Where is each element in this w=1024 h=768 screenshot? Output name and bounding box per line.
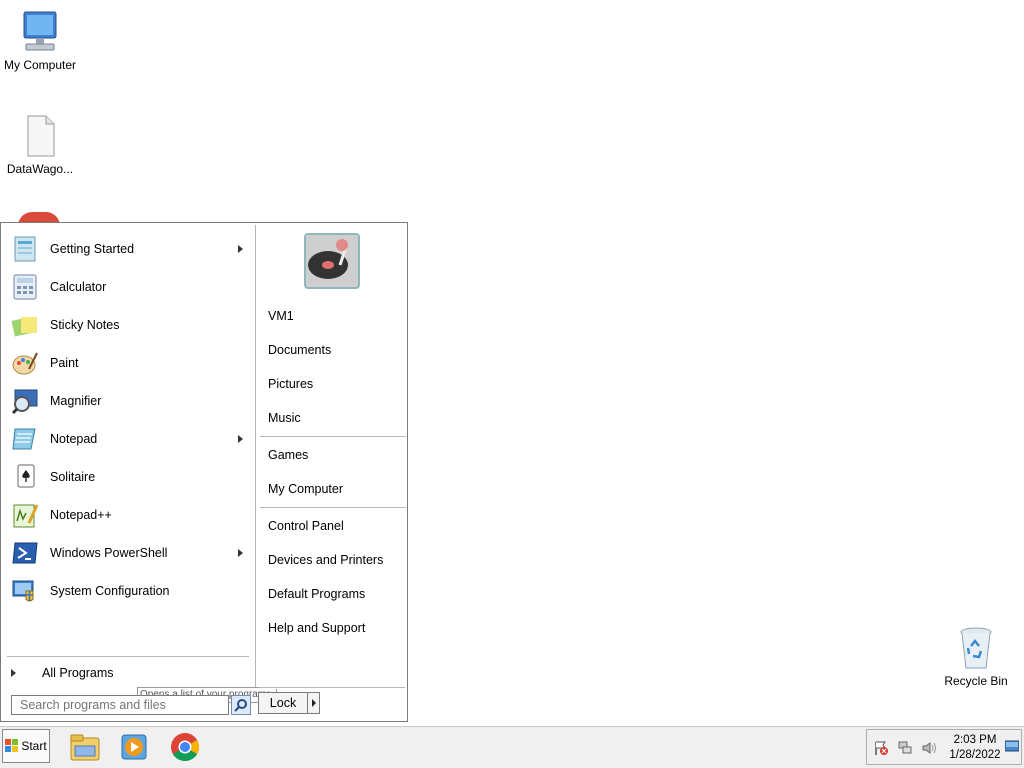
taskbar-app-file-explorer[interactable]: [68, 730, 102, 764]
program-label: Solitaire: [50, 470, 96, 484]
solitaire-icon: [9, 461, 41, 493]
submenu-arrow-icon[interactable]: [238, 549, 243, 557]
windows-logo-icon: [5, 739, 19, 752]
action-center-flag-icon[interactable]: [873, 740, 889, 756]
separator: [260, 507, 406, 509]
submenu-arrow-icon[interactable]: [238, 245, 243, 253]
start-menu-item-pictures[interactable]: Pictures: [268, 377, 313, 391]
computer-icon: [23, 11, 57, 51]
volume-icon[interactable]: [921, 740, 937, 756]
show-desktop-button[interactable]: [1004, 739, 1020, 753]
start-menu-item-music[interactable]: Music: [268, 411, 301, 425]
arrow-right-icon: [311, 699, 316, 707]
system-tray: 2:03 PM 1/28/2022: [866, 729, 1022, 765]
all-programs-button[interactable]: All Programs: [11, 661, 251, 685]
program-label: Notepad++: [50, 508, 112, 522]
notepadpp-icon: [9, 499, 41, 531]
getting-started-icon: [9, 233, 41, 265]
start-menu-item-my-computer[interactable]: My Computer: [268, 482, 343, 496]
start-menu-item-devices-printers[interactable]: Devices and Printers: [268, 553, 383, 567]
program-label: Magnifier: [50, 394, 102, 408]
start-menu-item-games[interactable]: Games: [268, 448, 308, 462]
media-player-icon: [121, 734, 147, 760]
program-notepadpp[interactable]: Notepad++: [9, 497, 249, 533]
program-solitaire[interactable]: Solitaire: [9, 459, 249, 495]
start-menu-places-pane: VM1 Documents Pictures Music Games My Co…: [255, 225, 408, 687]
taskbar-app-media-player[interactable]: [117, 730, 151, 764]
all-programs-label: All Programs: [42, 666, 114, 680]
start-menu-item-help-support[interactable]: Help and Support: [268, 621, 365, 635]
turntable-picture-icon: [306, 235, 358, 287]
start-menu-item-control-panel[interactable]: Control Panel: [268, 519, 344, 533]
desktop-icon-my-computer[interactable]: My Computer: [0, 8, 80, 72]
paint-icon: [9, 347, 41, 379]
clock-date: 1/28/2022: [949, 749, 1001, 761]
program-label: Calculator: [50, 280, 107, 294]
show-desktop-icon: [1004, 740, 1020, 752]
submenu-arrow-icon[interactable]: [238, 435, 243, 443]
program-label: Sticky Notes: [50, 318, 120, 332]
chrome-icon: [171, 733, 199, 761]
desktop-icon-recycle-bin[interactable]: Recycle Bin: [936, 624, 1016, 688]
start-button[interactable]: Start: [2, 729, 50, 763]
magnifier-icon: [9, 385, 41, 417]
program-label: Paint: [50, 356, 79, 370]
start-menu-item-default-programs[interactable]: Default Programs: [268, 587, 365, 601]
search-icon: [234, 699, 247, 712]
start-menu-programs-pane: Getting Started Calculator Sticky Notes …: [3, 225, 277, 721]
program-notepad[interactable]: Notepad: [9, 421, 249, 457]
start-menu-item-documents[interactable]: Documents: [268, 343, 331, 357]
program-calculator[interactable]: Calculator: [9, 269, 249, 305]
separator: [7, 656, 249, 658]
desktop-icon-label: DataWago...: [6, 162, 74, 176]
clock[interactable]: 2:03 PM 1/28/2022: [943, 733, 1007, 763]
program-label: System Configuration: [50, 584, 170, 598]
program-windows-powershell[interactable]: Windows PowerShell: [9, 535, 249, 571]
program-getting-started[interactable]: Getting Started: [9, 231, 249, 267]
desktop-icon-datawago[interactable]: DataWago...: [0, 112, 80, 176]
powershell-icon: [9, 537, 41, 569]
taskbar: Start 2:03 PM 1/28/2022: [0, 726, 1024, 768]
program-label: Windows PowerShell: [50, 546, 168, 560]
shutdown-options-button[interactable]: [307, 692, 320, 714]
network-icon[interactable]: [897, 740, 913, 756]
start-label: Start: [21, 739, 47, 753]
lock-button[interactable]: Lock: [258, 692, 308, 714]
user-picture[interactable]: [304, 233, 360, 289]
program-paint[interactable]: Paint: [9, 345, 249, 381]
recycle-bin-icon: [960, 627, 992, 669]
start-menu-item-user[interactable]: VM1: [268, 309, 294, 323]
desktop-icon-label: Recycle Bin: [944, 674, 1008, 688]
calculator-icon: [9, 271, 41, 303]
separator: [259, 687, 405, 689]
program-sticky-notes[interactable]: Sticky Notes: [9, 307, 249, 343]
document-icon: [27, 115, 55, 157]
clock-time: 2:03 PM: [953, 734, 997, 746]
sticky-notes-icon: [9, 309, 41, 341]
search-button[interactable]: [231, 695, 251, 715]
notepad-icon: [9, 423, 41, 455]
search-input[interactable]: [11, 695, 229, 715]
program-system-configuration[interactable]: System Configuration: [9, 573, 249, 609]
system-configuration-icon: [9, 575, 41, 607]
start-menu: Getting Started Calculator Sticky Notes …: [0, 222, 408, 722]
program-label: Notepad: [50, 432, 98, 446]
taskbar-app-chrome[interactable]: [168, 730, 202, 764]
separator: [260, 436, 406, 438]
desktop-icon-label: My Computer: [3, 58, 77, 72]
all-programs-arrow-icon: [11, 669, 16, 677]
program-magnifier[interactable]: Magnifier: [9, 383, 249, 419]
program-label: Getting Started: [50, 242, 135, 256]
file-explorer-icon: [70, 734, 100, 761]
